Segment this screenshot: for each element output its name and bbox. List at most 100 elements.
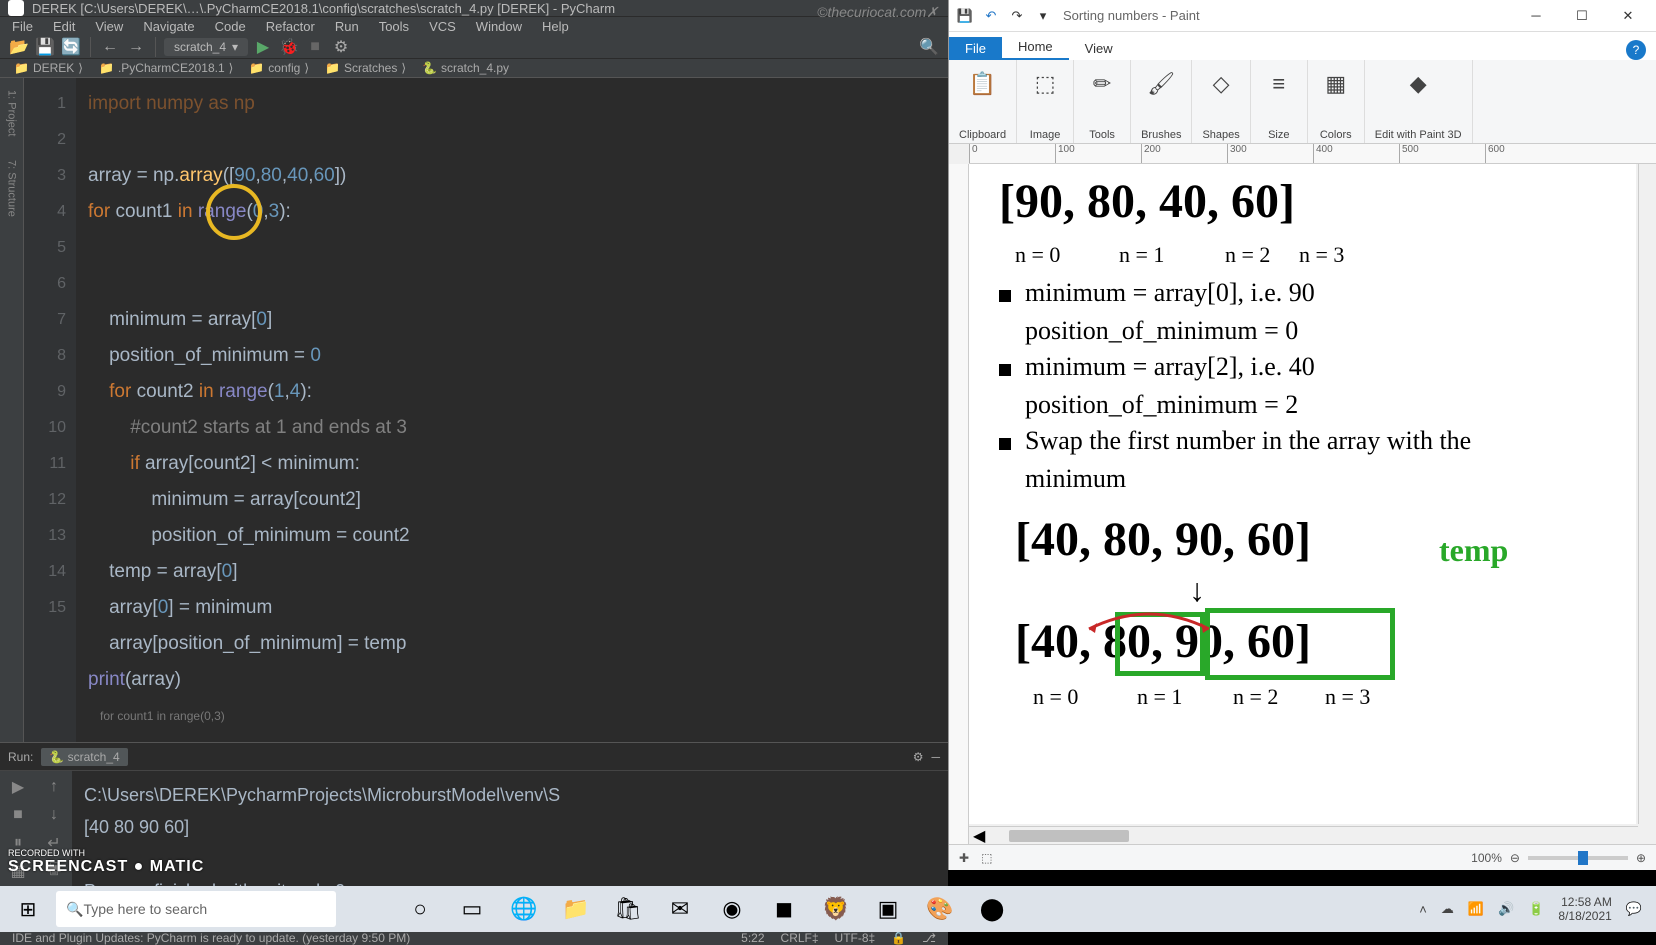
ribbon-tabs: File Home View ? [949, 32, 1656, 60]
crumb-folder[interactable]: 📁Scratches⟩ [319, 59, 412, 77]
cortana-icon[interactable]: ○ [396, 886, 444, 932]
zoom-slider[interactable] [1528, 856, 1628, 860]
hw-idx3: n = 3 [1299, 242, 1344, 268]
search-box[interactable]: 🔍 Type here to search [56, 891, 336, 927]
structure-tool[interactable]: 7: Structure [6, 152, 18, 225]
fwd-icon[interactable]: → [125, 36, 147, 58]
menu-view[interactable]: View [87, 17, 131, 36]
up-icon[interactable]: ↑ [44, 777, 64, 797]
code-content[interactable]: import numpy as np array = np.array([90,… [76, 78, 948, 742]
git-icon[interactable]: ⎇ [922, 931, 936, 945]
minimize-icon[interactable]: ─ [1514, 2, 1558, 30]
open-icon[interactable]: 📂 [8, 36, 30, 58]
close-icon[interactable]: ✕ [1606, 2, 1650, 30]
cursor-position[interactable]: 5:22 [741, 931, 764, 945]
debug-icon[interactable]: 🐞 [278, 36, 300, 58]
rerun-icon[interactable]: ▶ [8, 777, 28, 797]
ribbon-tools[interactable]: ✏Tools [1074, 60, 1131, 143]
minimize-icon[interactable]: ─ [931, 750, 940, 764]
qat-dropdown-icon[interactable]: ▾ [1033, 6, 1053, 26]
menu-file[interactable]: File [4, 17, 41, 36]
menu-help[interactable]: Help [534, 17, 577, 36]
ribbon-shapes[interactable]: ◇Shapes [1192, 60, 1250, 143]
down-icon[interactable]: ↓ [44, 805, 64, 825]
line-separator[interactable]: CRLF‡ [781, 931, 819, 945]
zoom-out-icon[interactable]: ⊖ [1510, 851, 1520, 865]
tab-file[interactable]: File [949, 37, 1002, 60]
recorder-taskicon[interactable]: ⬤ [968, 886, 1016, 932]
undo-icon[interactable]: ↶ [981, 6, 1001, 26]
wifi-icon[interactable]: 📶 [1468, 901, 1484, 917]
maximize-icon[interactable]: ☐ [1560, 2, 1604, 30]
pycharm-title: DEREK [C:\Users\DEREK\…\.PyCharmCE2018.1… [32, 1, 615, 16]
ribbon-colors[interactable]: ▦Colors [1308, 60, 1365, 143]
tray-chevron-icon[interactable]: ˄ [1419, 902, 1427, 917]
crumb-file[interactable]: 🐍scratch_4.py [416, 59, 515, 77]
mail-icon[interactable]: ✉ [656, 886, 704, 932]
redo-icon[interactable]: ↷ [1007, 6, 1027, 26]
hw-temp: temp [1439, 532, 1508, 569]
store-icon[interactable]: 🛍 [604, 886, 652, 932]
hw-array2: [40, 80, 90, 60] [1015, 512, 1311, 567]
ribbon-size[interactable]: ≡Size [1251, 60, 1308, 143]
brave-icon[interactable]: 🦁 [812, 886, 860, 932]
notifications-icon[interactable]: 💬 [1626, 901, 1642, 917]
menu-run[interactable]: Run [327, 17, 367, 36]
profile-icon[interactable]: ⚙ [330, 36, 352, 58]
menu-refactor[interactable]: Refactor [258, 17, 323, 36]
pycharm-taskicon[interactable]: ▣ [864, 886, 912, 932]
stop-icon[interactable]: ■ [8, 805, 28, 825]
tab-view[interactable]: View [1069, 37, 1129, 60]
menu-edit[interactable]: Edit [45, 17, 83, 36]
ribbon-paint3d[interactable]: ◆Edit with Paint 3D [1365, 60, 1473, 143]
menu-window[interactable]: Window [468, 17, 530, 36]
ribbon-brushes[interactable]: 🖌Brushes [1131, 60, 1192, 143]
crumb-folder[interactable]: 📁config⟩ [243, 59, 315, 77]
readonly-icon[interactable]: 🔒 [891, 931, 906, 945]
edge-icon[interactable]: 🌐 [500, 886, 548, 932]
save-icon[interactable]: 💾 [955, 6, 975, 26]
office-icon[interactable]: ◼ [760, 886, 808, 932]
paint-window: 💾 ↶ ↷ ▾ Sorting numbers - Paint ─ ☐ ✕ Fi… [948, 0, 1656, 870]
sync-icon[interactable]: 🔄 [60, 36, 82, 58]
crumb-folder[interactable]: 📁.PyCharmCE2018.1⟩ [93, 59, 239, 77]
paint-canvas[interactable]: [90, 80, 40, 60] n = 0 n = 1 n = 2 n = 3… [969, 164, 1636, 824]
project-tool[interactable]: 1: Project [6, 82, 18, 144]
taskview-icon[interactable]: ▭ [448, 886, 496, 932]
pycharm-menubar: File Edit View Navigate Code Refactor Ru… [0, 17, 948, 36]
tray-clock[interactable]: 12:58 AM8/18/2021 [1558, 895, 1611, 923]
battery-icon[interactable]: 🔋 [1528, 901, 1544, 917]
start-button[interactable]: ⊞ [4, 886, 52, 932]
zoom-in-icon[interactable]: ⊕ [1636, 851, 1646, 865]
menu-navigate[interactable]: Navigate [135, 17, 202, 36]
menu-vcs[interactable]: VCS [421, 17, 464, 36]
chrome-icon[interactable]: ◉ [708, 886, 756, 932]
hw-b2b: position_of_minimum = 2 [1025, 390, 1298, 420]
run-icon[interactable]: ▶ [252, 36, 274, 58]
paint-taskicon[interactable]: 🎨 [916, 886, 964, 932]
explorer-icon[interactable]: 📁 [552, 886, 600, 932]
file-encoding[interactable]: UTF-8‡ [835, 931, 876, 945]
gear-icon[interactable]: ⚙ [913, 750, 924, 764]
menu-code[interactable]: Code [207, 17, 254, 36]
hw-b1: minimum = array[0], i.e. 90 [1025, 278, 1315, 308]
horizontal-scrollbar[interactable]: ◀ [969, 826, 1638, 844]
ribbon-image[interactable]: ⬚Image [1017, 60, 1074, 143]
help-icon[interactable]: ? [1626, 40, 1646, 60]
code-editor[interactable]: 123 456 789 101112 131415 import numpy a… [24, 78, 948, 742]
back-icon[interactable]: ← [99, 36, 121, 58]
save-icon[interactable]: 💾 [34, 36, 56, 58]
volume-icon[interactable]: 🔊 [1498, 901, 1514, 917]
stop-icon[interactable]: ■ [304, 36, 326, 58]
vertical-scrollbar[interactable] [1638, 164, 1656, 824]
onedrive-icon[interactable]: ☁ [1441, 901, 1454, 917]
run-tab[interactable]: 🐍 scratch_4 [41, 748, 127, 766]
search-icon[interactable]: 🔍 [918, 36, 940, 58]
tab-home[interactable]: Home [1002, 35, 1069, 60]
hw-b3a: Swap the first number in the array with … [1025, 426, 1471, 456]
crumb-project[interactable]: 📁DEREK⟩ [8, 59, 89, 77]
pycharm-window: DEREK [C:\Users\DEREK\…\.PyCharmCE2018.1… [0, 0, 948, 932]
menu-tools[interactable]: Tools [371, 17, 417, 36]
run-config-selector[interactable]: scratch_4 ▾ [164, 38, 248, 56]
ribbon-clipboard[interactable]: 📋Clipboard [949, 60, 1017, 143]
